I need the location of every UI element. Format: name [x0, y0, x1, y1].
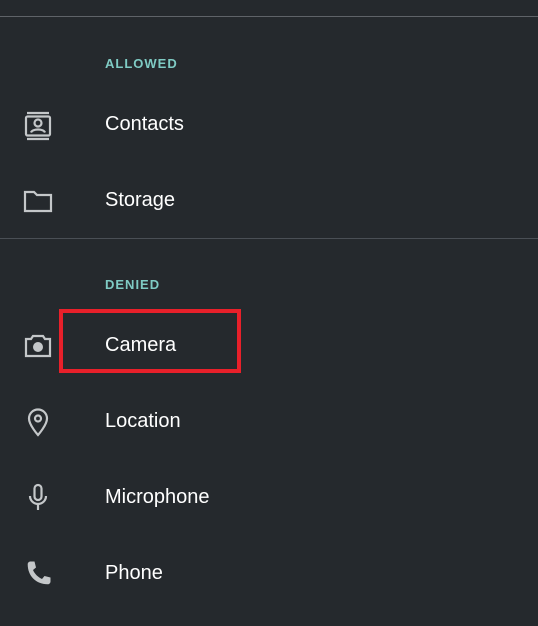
- permission-row-contacts[interactable]: Contacts: [0, 94, 538, 154]
- permission-label-microphone: Microphone: [105, 486, 210, 508]
- section-header-denied: DENIED: [105, 277, 161, 292]
- folder-icon: [22, 185, 54, 217]
- permission-label-phone: Phone: [105, 562, 163, 584]
- permission-label-location: Location: [105, 410, 181, 432]
- top-divider: [0, 16, 538, 17]
- contacts-icon: [22, 109, 54, 141]
- microphone-icon: [22, 482, 54, 514]
- section-header-allowed: ALLOWED: [105, 56, 178, 71]
- permission-row-camera[interactable]: Camera: [0, 315, 538, 375]
- location-pin-icon: [22, 406, 54, 438]
- permission-row-phone[interactable]: Phone: [0, 543, 538, 603]
- section-divider: [0, 238, 538, 239]
- permission-row-microphone[interactable]: Microphone: [0, 467, 538, 527]
- camera-icon: [22, 330, 54, 362]
- permission-row-location[interactable]: Location: [0, 391, 538, 451]
- permission-label-camera: Camera: [105, 334, 177, 356]
- permission-label-storage: Storage: [105, 189, 176, 211]
- permission-row-storage[interactable]: Storage: [0, 170, 538, 230]
- permission-label-contacts: Contacts: [105, 113, 184, 135]
- phone-icon: [22, 558, 54, 590]
